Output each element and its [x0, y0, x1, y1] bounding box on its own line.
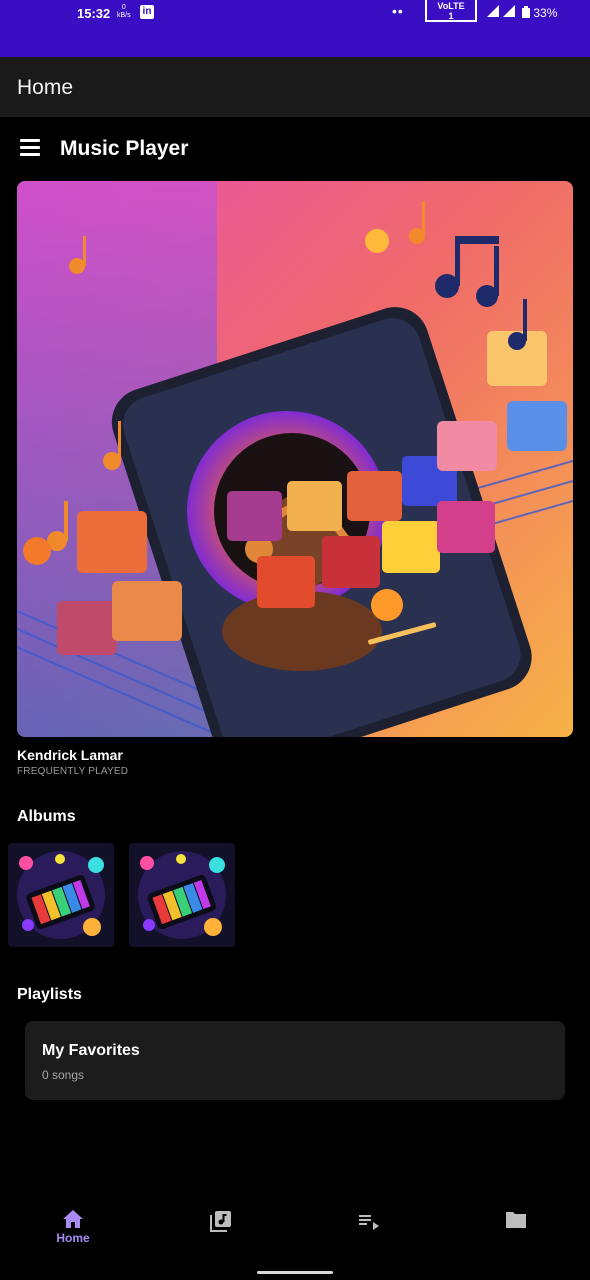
battery-icon [522, 6, 530, 18]
linkedin-icon: in [140, 5, 154, 19]
bottom-navigation: Home [0, 1195, 590, 1265]
gesture-home-indicator[interactable] [257, 1271, 333, 1274]
albums-section-title: Albums [17, 808, 76, 825]
app-bar: Home [0, 57, 590, 117]
signal-icon [487, 5, 519, 20]
battery-status: 33% [522, 6, 557, 20]
nav-item-home[interactable]: Home [23, 1195, 123, 1255]
volte-indicator: VoLTE 1 [425, 0, 477, 22]
status-time: 15:32 [77, 6, 111, 21]
notification-dots-icon: •• [392, 3, 404, 19]
playlist-name: My Favorites [42, 1042, 140, 1059]
menu-icon[interactable] [20, 139, 40, 156]
network-speed-unit: kB/s [117, 12, 131, 19]
folder-icon [506, 1212, 526, 1228]
featured-artwork-image [17, 181, 573, 737]
network-speed: 0 kB/s [117, 4, 131, 20]
featured-artist-name: Kendrick Lamar [17, 747, 123, 763]
album-art-image [8, 843, 114, 947]
nav-item-library[interactable] [171, 1195, 271, 1255]
nav-item-folder[interactable] [466, 1195, 566, 1255]
status-bar: 15:32 0 kB/s in •• VoLTE 1 33% [0, 0, 590, 57]
album-art-image [129, 843, 235, 947]
featured-subtitle: FREQUENTLY PLAYED [17, 766, 129, 777]
network-speed-value: 0 [121, 4, 126, 11]
featured-artwork[interactable] [17, 181, 573, 737]
nav-item-queue[interactable] [319, 1195, 419, 1255]
playlist-card[interactable]: My Favorites 0 songs [25, 1021, 565, 1100]
battery-percent: 33% [533, 6, 558, 20]
page-title: Music Player [60, 137, 189, 160]
album-card[interactable] [8, 843, 114, 947]
home-icon [63, 1210, 83, 1228]
playlists-section-title: Playlists [17, 986, 82, 1003]
volte-label: VoLTE [437, 1, 465, 11]
app-bar-title: Home [17, 76, 74, 99]
playlist-song-count: 0 songs [42, 1068, 85, 1082]
library-music-icon [210, 1211, 231, 1232]
nav-label-home: Home [56, 1231, 90, 1245]
volte-sim: 1 [448, 11, 454, 21]
queue-icon [359, 1215, 379, 1230]
album-card[interactable] [129, 843, 235, 947]
